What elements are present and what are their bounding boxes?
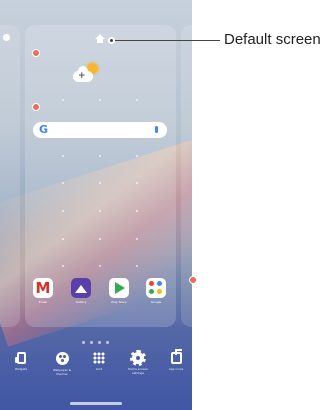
grid-icon (93, 352, 105, 364)
grid-dot (136, 155, 138, 157)
grid-dot (136, 238, 138, 240)
remove-widget-icon[interactable] (32, 103, 40, 111)
edit-toolbar: Widgets Wallpaper & themes Grid Home scr… (0, 349, 192, 392)
grid-dot (62, 182, 64, 184)
grid-dot (136, 182, 138, 184)
grid-dot (99, 99, 101, 101)
gallery-icon (71, 278, 91, 298)
grid-dot (99, 210, 101, 212)
app-label: Gallery (75, 300, 87, 304)
wallpaper-themes-button[interactable]: Wallpaper & themes (49, 352, 75, 376)
home-settings-label: Home screen settings (128, 367, 148, 375)
grid-dot (62, 210, 64, 212)
grid-dot (99, 238, 101, 240)
grid-dot (99, 182, 101, 184)
home-icon[interactable] (95, 34, 105, 43)
grid-dot (99, 265, 101, 267)
gear-icon (130, 350, 146, 366)
page-dot (106, 341, 109, 344)
grid-dot (62, 238, 64, 240)
weather-widget[interactable]: + (72, 62, 102, 86)
grid-dot (136, 210, 138, 212)
page-dot (90, 341, 93, 344)
callout-label: Default screen (224, 31, 321, 48)
transparent-icon (170, 349, 182, 364)
app-label: Google (150, 300, 162, 304)
app-row: Email Gallery Play Store Google (33, 278, 168, 308)
app-label: Email (38, 300, 48, 304)
email-icon (33, 278, 53, 298)
home-icon (3, 34, 10, 41)
google-search-bar[interactable]: G (33, 122, 167, 138)
grid-button[interactable]: Grid (86, 352, 112, 371)
google-folder-icon (146, 278, 166, 298)
app-label: Play Store (111, 300, 127, 304)
widgets-button[interactable]: Widgets (8, 352, 34, 371)
app-play-store[interactable]: Play Store (109, 278, 129, 304)
google-logo-icon: G (39, 123, 49, 136)
app-icons-label: App icons (168, 367, 184, 371)
grid-label: Grid (95, 367, 103, 371)
grid-dot (62, 265, 64, 267)
callout-leader-line (111, 40, 220, 41)
phone-screen: + G Email Gallery (0, 0, 192, 410)
grid-dot (99, 155, 101, 157)
wallpaper-label: Wallpaper & themes (52, 368, 72, 376)
palette-icon (55, 352, 69, 365)
home-settings-button[interactable]: Home screen settings (125, 350, 151, 375)
grid-dot (136, 99, 138, 101)
page-dot (82, 341, 85, 344)
grid-dot (62, 99, 64, 101)
page-dot (98, 341, 101, 344)
mic-icon[interactable] (155, 126, 158, 133)
page-indicator[interactable] (82, 341, 112, 345)
app-google-folder[interactable]: Google (146, 278, 166, 304)
remove-widget-icon[interactable] (189, 276, 197, 284)
widgets-label: Widgets (14, 367, 28, 371)
grid-dot (62, 155, 64, 157)
previous-home-page[interactable] (0, 25, 20, 327)
app-icons-button[interactable]: App icons (163, 349, 189, 371)
grid-dot (136, 265, 138, 267)
play-store-icon (109, 278, 129, 298)
add-icon: + (78, 71, 86, 81)
app-gallery[interactable]: Gallery (71, 278, 91, 304)
app-email[interactable]: Email (33, 278, 53, 304)
navigation-handle[interactable] (70, 402, 122, 405)
remove-widget-icon[interactable] (32, 49, 40, 57)
callout-marker (108, 37, 115, 44)
home-page-preview[interactable]: + G Email Gallery (25, 25, 176, 327)
widgets-icon (14, 352, 26, 364)
